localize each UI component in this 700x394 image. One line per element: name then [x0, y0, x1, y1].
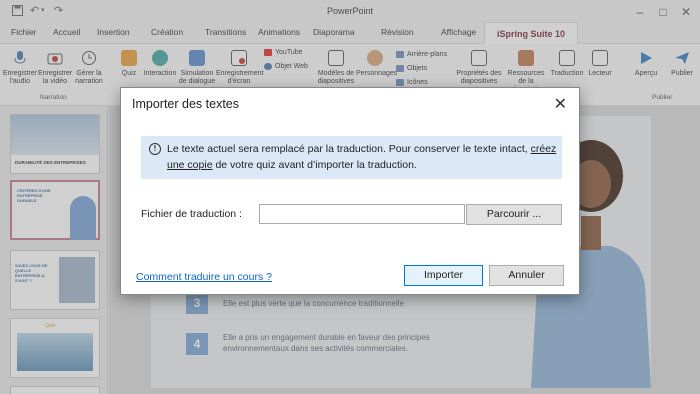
help-link[interactable]: Comment traduire un cours ? — [136, 271, 272, 283]
import-button[interactable]: Importer — [404, 265, 483, 286]
file-label: Fichier de traduction : — [141, 208, 242, 220]
import-texts-dialog: Importer des textes ✕ ! Le texte actuel … — [120, 87, 580, 295]
close-icon[interactable]: ✕ — [554, 94, 567, 114]
info-message: Le texte actuel sera remplacé par la tra… — [167, 143, 557, 171]
translation-file-input[interactable] — [259, 204, 465, 224]
dialog-title: Importer des textes — [132, 97, 239, 111]
cancel-button[interactable]: Annuler — [489, 265, 564, 286]
info-icon: ! — [149, 143, 161, 155]
browse-button[interactable]: Parcourir ... — [466, 204, 562, 225]
info-banner: ! Le texte actuel sera remplacé par la t… — [141, 136, 562, 179]
